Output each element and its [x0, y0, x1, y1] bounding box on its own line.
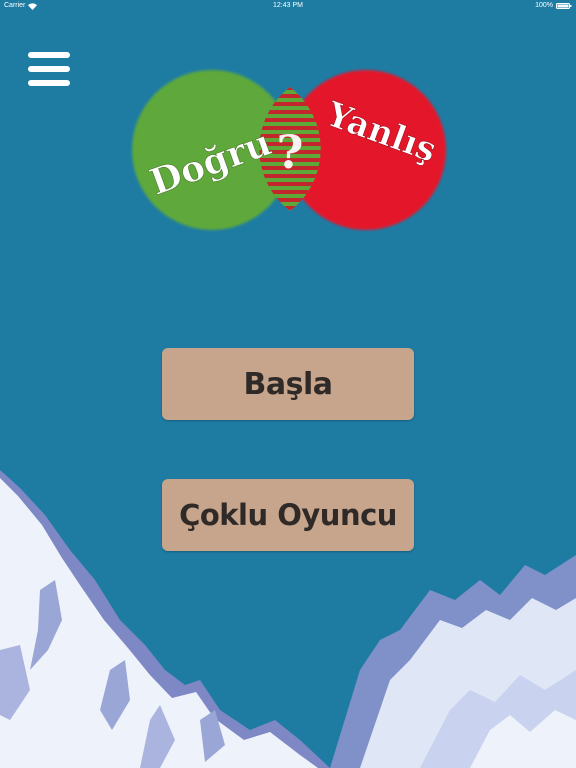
battery-icon — [556, 3, 572, 9]
menu-button[interactable] — [28, 52, 70, 86]
start-button[interactable]: Başla — [162, 348, 414, 420]
status-right: 100% — [535, 0, 572, 12]
logo-question-mark: ? — [277, 125, 304, 179]
status-time: 12:43 PM — [273, 2, 303, 9]
app-logo: Doğru Yanlış ? — [132, 70, 446, 230]
battery-label: 100% — [535, 2, 553, 9]
mountain-background — [0, 470, 576, 768]
status-bar: Carrier 12:43 PM 100% — [0, 0, 576, 12]
